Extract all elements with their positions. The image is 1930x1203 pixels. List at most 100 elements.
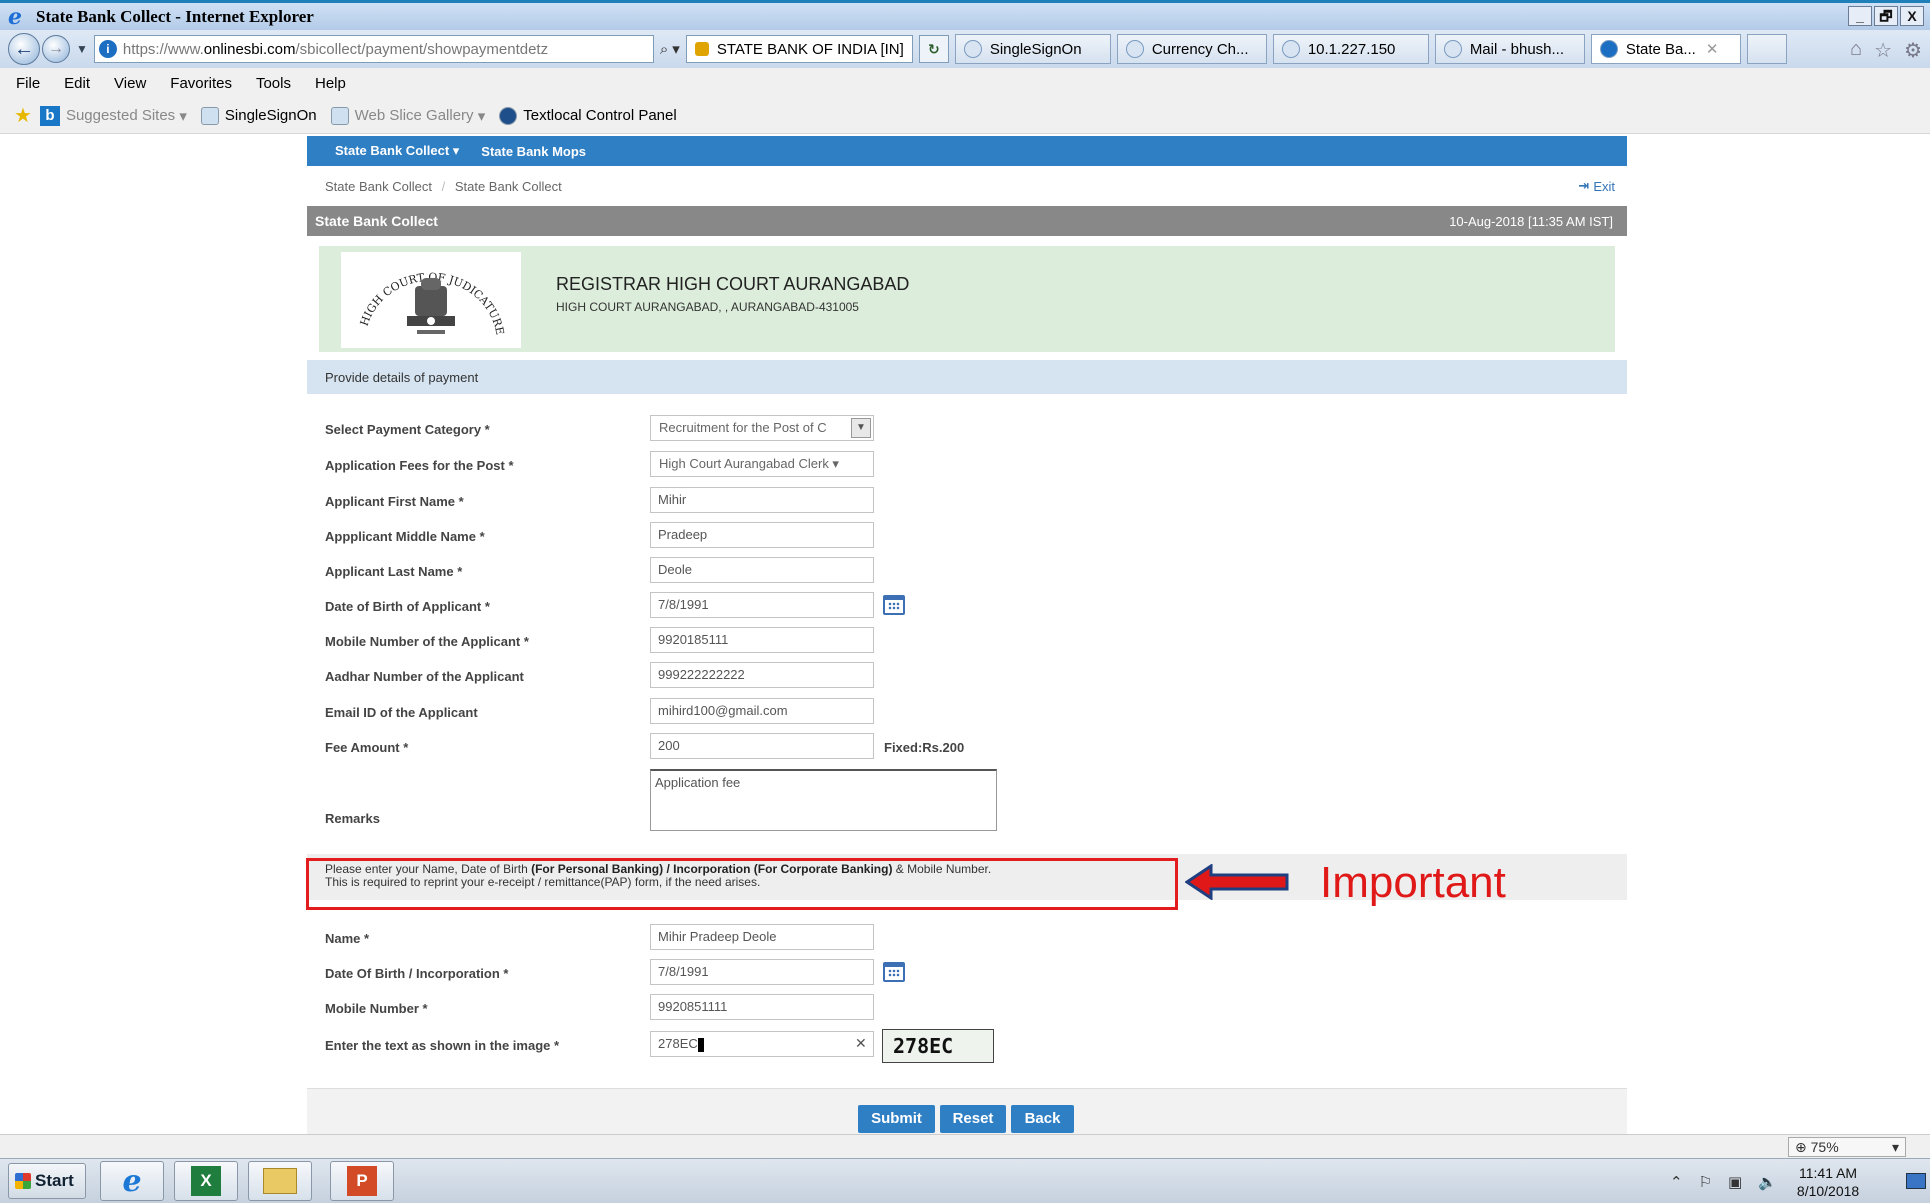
tab-currency[interactable]: Currency Ch...: [1116, 34, 1267, 64]
browser-tools: ⌂ ☆ ⚙: [1850, 38, 1922, 63]
link-icon: [200, 106, 219, 125]
clock-date: 8/10/2018: [1796, 1182, 1860, 1199]
fav-singlesignon[interactable]: SingleSignOn: [200, 106, 317, 125]
field-label: Remarks: [325, 811, 380, 826]
back-arrow-icon[interactable]: ←: [8, 33, 40, 65]
folder-icon: [263, 1168, 297, 1194]
minimize-button[interactable]: _: [1848, 6, 1872, 26]
menu-tools[interactable]: Tools: [256, 75, 291, 92]
field-label: Mobile Number *: [325, 1001, 428, 1016]
full-name-input[interactable]: Mihir Pradeep Deole: [650, 924, 874, 950]
new-tab-button[interactable]: [1746, 34, 1787, 64]
history-dropdown-icon[interactable]: ▼: [76, 42, 88, 56]
payment-category-select[interactable]: Recruitment for the Post of C ▼: [650, 415, 874, 441]
address-bar[interactable]: i https://www. onlinesbi.com /sbicollect…: [93, 35, 654, 63]
remarks-textarea[interactable]: Application fee: [650, 769, 997, 831]
tab-label: Mail - bhush...: [1469, 40, 1565, 58]
reprint-mobile-input[interactable]: 9920851111: [650, 994, 874, 1020]
volume-icon[interactable]: 🔈: [1758, 1173, 1777, 1191]
security-report[interactable]: STATE BANK OF INDIA [IN]: [685, 35, 913, 63]
exit-link[interactable]: ⇥ Exit: [1578, 178, 1615, 194]
taskbar-powerpoint[interactable]: P: [330, 1161, 394, 1201]
close-tab-icon[interactable]: ✕: [1706, 40, 1719, 58]
field-label: Appplicant Middle Name *: [325, 529, 485, 544]
email-input[interactable]: mihird100@gmail.com: [650, 698, 874, 724]
zoom-control[interactable]: ⊕ 75% ▾: [1788, 1137, 1906, 1157]
last-name-input[interactable]: Deole: [650, 557, 874, 583]
restore-button[interactable]: 🗗: [1874, 6, 1898, 26]
reprint-dob-input[interactable]: 7/8/1991: [650, 959, 874, 985]
post-fee-select[interactable]: High Court Aurangabad Clerk ▾: [650, 451, 874, 477]
close-button[interactable]: X: [1900, 6, 1924, 26]
menu-help[interactable]: Help: [315, 75, 346, 92]
first-name-input[interactable]: Mihir: [650, 487, 874, 513]
refresh-icon[interactable]: ↻: [918, 35, 949, 63]
back-button[interactable]: Back: [1011, 1105, 1074, 1133]
clock[interactable]: 11:41 AM 8/10/2018: [1797, 1164, 1859, 1200]
aadhar-input[interactable]: 999222222222: [650, 662, 874, 688]
fav-textlocal[interactable]: Textlocal Control Panel: [499, 106, 677, 125]
calendar-icon[interactable]: [883, 595, 905, 615]
favorites-star-icon[interactable]: ★: [14, 103, 32, 128]
fav-suggested-sites[interactable]: Suggested Sites ▾: [66, 107, 187, 125]
section-header: State Bank Collect 10-Aug-2018 [11:35 AM…: [307, 206, 1627, 236]
captcha-input-value: 278EC: [658, 1036, 698, 1051]
breadcrumb: State Bank Collect / State Bank Collect: [325, 179, 562, 194]
site-info-icon[interactable]: i: [98, 40, 117, 58]
form-row-captcha: Enter the text as shown in the image * 2…: [307, 1029, 1627, 1063]
taskbar-excel[interactable]: X: [174, 1161, 238, 1201]
field-label: Enter the text as shown in the image *: [325, 1038, 560, 1053]
home-icon[interactable]: ⌂: [1850, 38, 1862, 63]
menu-file[interactable]: File: [16, 75, 40, 92]
captcha-input[interactable]: 278EC: [650, 1031, 874, 1057]
nav-state-bank-mops[interactable]: State Bank Mops: [481, 144, 586, 159]
chevron-up-icon[interactable]: ⌃: [1670, 1173, 1683, 1191]
fav-label: Textlocal Control Panel: [523, 107, 677, 124]
taskbar-explorer[interactable]: [248, 1161, 312, 1201]
tab-state-bank[interactable]: State Ba... ✕: [1590, 34, 1741, 64]
search-icon[interactable]: ⌕: [660, 41, 668, 58]
window-controls: _ 🗗 X: [1848, 6, 1924, 26]
flag-icon[interactable]: ⚐: [1699, 1173, 1712, 1191]
menu-edit[interactable]: Edit: [64, 75, 90, 92]
reset-button[interactable]: Reset: [940, 1105, 1006, 1133]
nav-state-bank-collect[interactable]: State Bank Collect ▾: [335, 143, 459, 159]
show-desktop-button[interactable]: [1906, 1173, 1926, 1189]
powerpoint-icon: P: [347, 1166, 377, 1196]
menu-favorites[interactable]: Favorites: [170, 75, 232, 92]
textlocal-icon: [499, 106, 518, 125]
form-row-aadhar: Aadhar Number of the Applicant 999222222…: [307, 662, 1627, 692]
chevron-down-icon[interactable]: ▼: [851, 418, 871, 438]
tab-label: 10.1.227.150: [1307, 40, 1396, 58]
menu-view[interactable]: View: [114, 75, 146, 92]
text-cursor: [697, 1037, 704, 1052]
submit-button[interactable]: Submit: [858, 1105, 935, 1133]
fav-label: Web Slice Gallery: [354, 107, 474, 124]
forward-arrow-icon[interactable]: →: [42, 35, 70, 63]
gear-icon[interactable]: ⚙: [1904, 38, 1922, 63]
exit-icon: ⇥: [1578, 178, 1590, 193]
tab-mail[interactable]: Mail - bhush...: [1434, 34, 1585, 64]
field-label: Mobile Number of the Applicant *: [325, 634, 529, 649]
tab-singlesignon[interactable]: SingleSignOn: [954, 34, 1111, 64]
tab-ip[interactable]: 10.1.227.150: [1272, 34, 1429, 64]
start-button[interactable]: Start: [8, 1163, 86, 1199]
fav-web-slice-gallery[interactable]: Web Slice Gallery ▾: [330, 106, 485, 125]
field-label: Application Fees for the Post *: [325, 458, 514, 473]
breadcrumb-item[interactable]: State Bank Collect: [325, 179, 432, 194]
important-highlight-box: [306, 858, 1178, 910]
clear-input-icon[interactable]: ✕: [855, 1035, 867, 1052]
field-label: Email ID of the Applicant: [325, 705, 478, 720]
calendar-icon[interactable]: [883, 962, 905, 982]
fee-amount-input[interactable]: 200: [650, 733, 874, 759]
address-dropdown-icon[interactable]: ▾: [672, 40, 680, 58]
favorites-star-icon[interactable]: ☆: [1874, 38, 1892, 63]
taskbar-internet-explorer[interactable]: e: [100, 1161, 164, 1201]
form-row-email: Email ID of the Applicant mihird100@gmai…: [307, 698, 1627, 728]
dob-input[interactable]: 7/8/1991: [650, 592, 874, 618]
middle-name-input[interactable]: Pradeep: [650, 522, 874, 548]
tab-favicon-icon: [1599, 40, 1618, 58]
mobile-input[interactable]: 9920185111: [650, 627, 874, 653]
network-icon[interactable]: ▣: [1728, 1173, 1742, 1191]
field-label: Applicant First Name *: [325, 494, 464, 509]
